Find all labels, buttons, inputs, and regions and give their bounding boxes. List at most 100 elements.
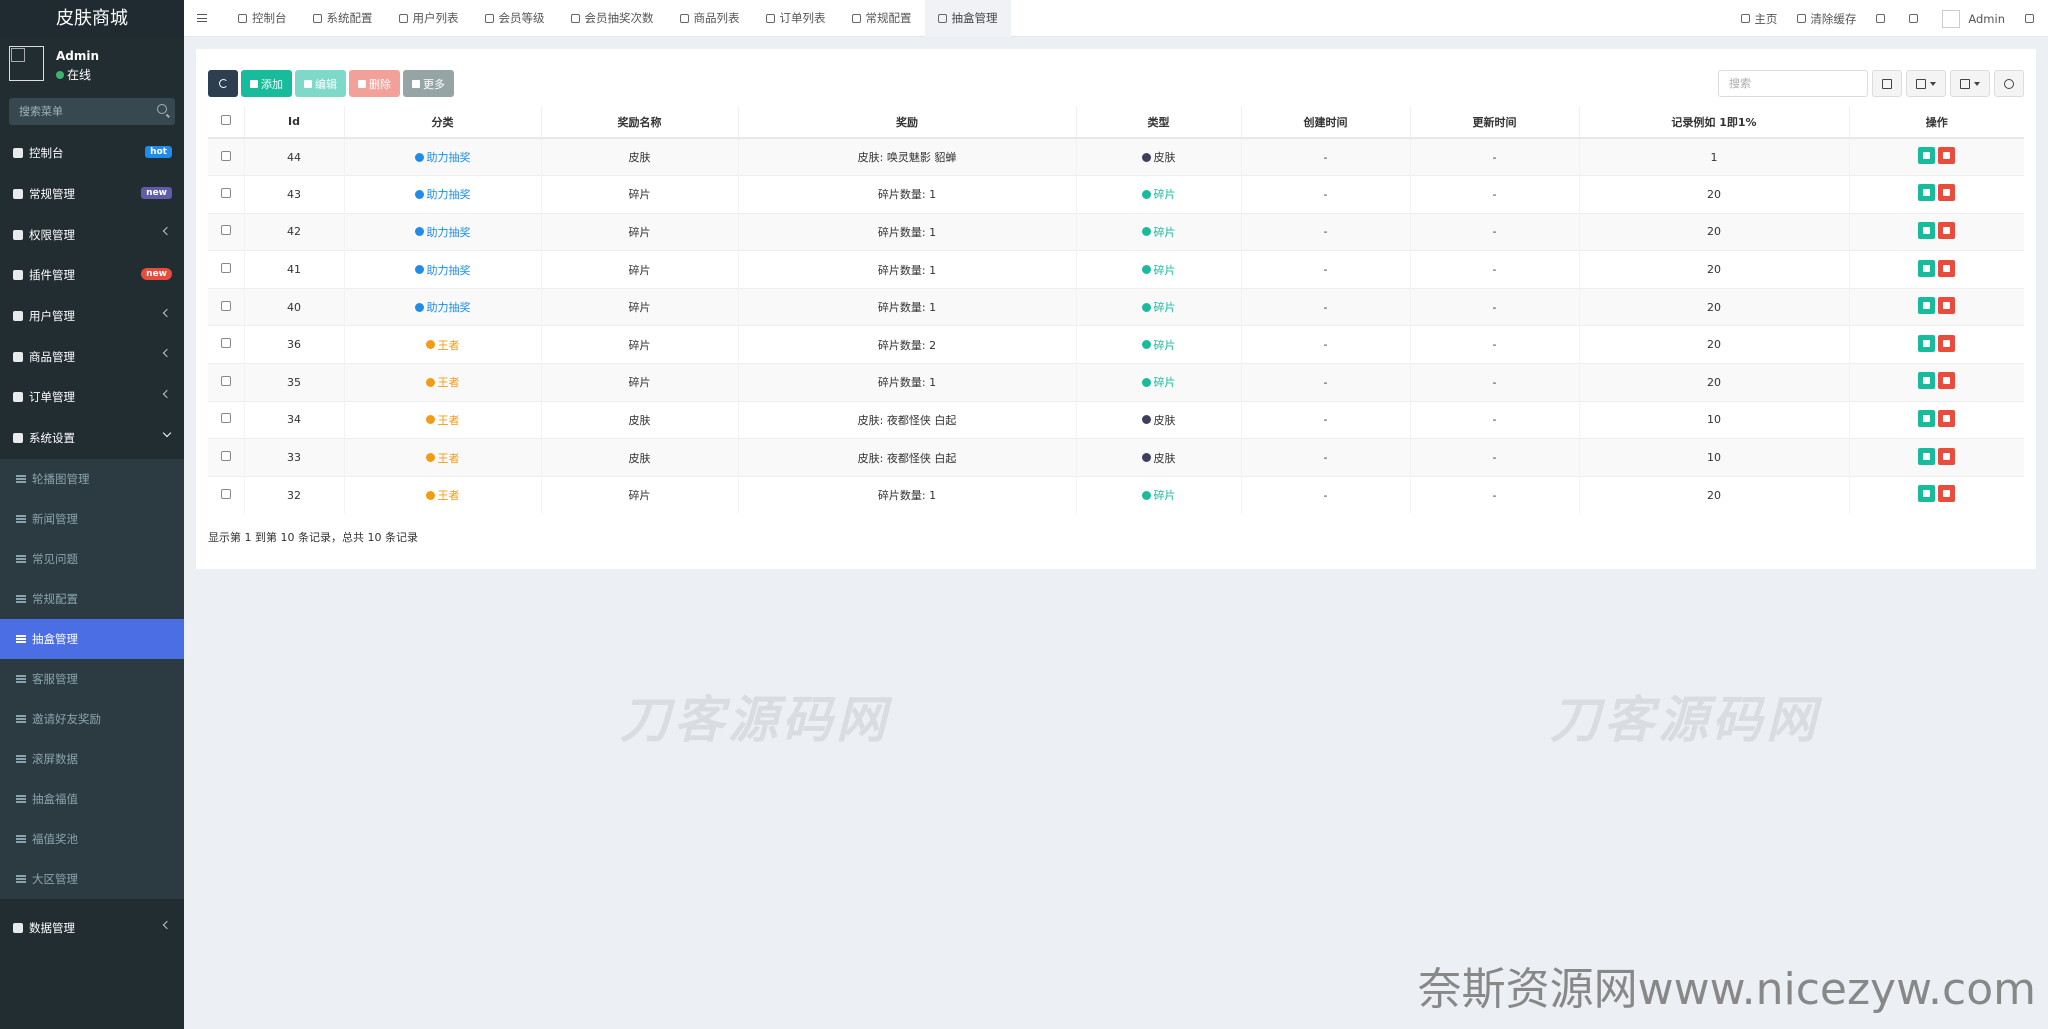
row-checkbox[interactable] — [220, 338, 231, 349]
col-record[interactable]: 记录例如 1即1% — [1578, 106, 1849, 139]
col-type[interactable]: 类型 — [1075, 106, 1241, 139]
category-label[interactable]: 王者 — [425, 487, 460, 503]
category-label[interactable]: 王者 — [425, 337, 460, 353]
submenu-item[interactable]: 福值奖池 — [0, 819, 184, 859]
language-button[interactable] — [1866, 0, 1899, 37]
nav-tab[interactable]: 会员抽奖次数 — [558, 0, 667, 37]
refresh-button[interactable] — [208, 70, 238, 97]
search-icon[interactable] — [157, 104, 167, 114]
row-checkbox[interactable] — [220, 375, 231, 386]
select-all-checkbox[interactable] — [220, 115, 231, 125]
add-button[interactable]: 添加 — [241, 70, 292, 97]
edit-button[interactable]: 编辑 — [295, 70, 346, 97]
cell-category[interactable]: 王者 — [343, 363, 541, 402]
nav-tab[interactable]: 订单列表 — [753, 0, 839, 37]
row-delete-button[interactable] — [1938, 485, 1956, 503]
submenu-item[interactable]: 客服管理 — [0, 659, 184, 699]
row-delete-button[interactable] — [1938, 334, 1956, 352]
toggle-view-button[interactable] — [1872, 70, 1902, 97]
cell-category[interactable]: 助力抽奖 — [343, 250, 541, 289]
row-edit-button[interactable] — [1918, 447, 1936, 465]
table-search-input[interactable] — [1718, 70, 1868, 97]
row-edit-button[interactable] — [1918, 147, 1936, 165]
nav-tab[interactable]: 控制台 — [225, 0, 300, 37]
row-edit-button[interactable] — [1918, 221, 1936, 239]
row-edit-button[interactable] — [1918, 297, 1936, 315]
category-label[interactable]: 助力抽奖 — [414, 224, 471, 240]
category-label[interactable]: 王者 — [425, 450, 460, 466]
cell-category[interactable]: 王者 — [343, 438, 541, 477]
menu-toggle-icon[interactable] — [197, 14, 207, 22]
row-checkbox[interactable] — [220, 225, 231, 236]
row-checkbox[interactable] — [220, 488, 231, 499]
row-checkbox[interactable] — [220, 413, 231, 424]
row-checkbox[interactable] — [220, 187, 231, 198]
col-created[interactable]: 创建时间 — [1240, 106, 1410, 139]
nav-tab[interactable]: 商品列表 — [667, 0, 753, 37]
advanced-search-button[interactable] — [1994, 70, 2024, 97]
cell-category[interactable]: 王者 — [343, 475, 541, 514]
submenu-item[interactable]: 滚屏数据 — [0, 739, 184, 779]
sidebar-item-goods[interactable]: 商品管理 — [0, 336, 184, 377]
row-delete-button[interactable] — [1938, 184, 1956, 202]
category-label[interactable]: 助力抽奖 — [414, 299, 471, 315]
nav-tab[interactable]: 系统配置 — [300, 0, 386, 37]
row-delete-button[interactable] — [1938, 147, 1956, 165]
home-link[interactable]: 主页 — [1731, 0, 1787, 37]
submenu-item[interactable]: 大区管理 — [0, 859, 184, 899]
row-edit-button[interactable] — [1918, 372, 1936, 390]
sidebar-item-user[interactable]: 用户管理 — [0, 296, 184, 337]
row-delete-button[interactable] — [1938, 297, 1956, 315]
row-checkbox[interactable] — [220, 150, 231, 161]
category-label[interactable]: 王者 — [425, 374, 460, 390]
submenu-item[interactable]: 常规配置 — [0, 579, 184, 619]
clear-cache-button[interactable]: 清除缓存 — [1787, 0, 1866, 37]
nav-tab[interactable]: 抽盒管理 — [924, 0, 1011, 37]
col-category[interactable]: 分类 — [343, 106, 541, 139]
fullscreen-button[interactable] — [1899, 0, 1932, 37]
category-label[interactable]: 助力抽奖 — [414, 149, 471, 165]
row-delete-button[interactable] — [1938, 447, 1956, 465]
user-menu[interactable]: Admin — [1932, 0, 2015, 37]
row-delete-button[interactable] — [1938, 221, 1956, 239]
cell-category[interactable]: 助力抽奖 — [343, 212, 541, 251]
submenu-item[interactable]: 轮播图管理 — [0, 459, 184, 499]
category-label[interactable]: 助力抽奖 — [414, 262, 471, 278]
row-delete-button[interactable] — [1938, 259, 1956, 277]
cell-category[interactable]: 助力抽奖 — [343, 175, 541, 214]
sidebar-item-dashboard[interactable]: 控制台 hot — [0, 133, 184, 174]
row-edit-button[interactable] — [1918, 184, 1936, 202]
menu-search-input[interactable] — [9, 98, 175, 125]
sidebar-item-system[interactable]: 系统设置 — [0, 418, 184, 459]
nav-tab[interactable]: 用户列表 — [386, 0, 472, 37]
more-button[interactable]: 更多 — [403, 70, 454, 97]
submenu-item[interactable]: 抽盒管理 — [0, 618, 184, 659]
col-reward-name[interactable]: 奖励名称 — [540, 106, 738, 139]
row-checkbox[interactable] — [220, 451, 231, 462]
row-delete-button[interactable] — [1938, 409, 1956, 427]
nav-tab[interactable]: 会员等级 — [472, 0, 558, 37]
row-checkbox[interactable] — [220, 300, 231, 311]
submenu-item[interactable]: 新闻管理 — [0, 499, 184, 539]
app-logo[interactable]: 皮肤商城 — [0, 0, 184, 38]
settings-button[interactable] — [2015, 0, 2048, 37]
row-checkbox[interactable] — [220, 263, 231, 274]
cell-category[interactable]: 王者 — [343, 325, 541, 364]
cell-category[interactable]: 王者 — [343, 400, 541, 439]
sidebar-item-auth[interactable]: 权限管理 — [0, 214, 184, 255]
row-edit-button[interactable] — [1918, 334, 1936, 352]
col-reward[interactable]: 奖励 — [737, 106, 1076, 139]
col-updated[interactable]: 更新时间 — [1409, 106, 1579, 139]
row-edit-button[interactable] — [1918, 485, 1936, 503]
columns-button[interactable] — [1906, 70, 1946, 97]
submenu-item[interactable]: 常见问题 — [0, 539, 184, 579]
export-button[interactable] — [1950, 70, 1990, 97]
sidebar-item-general[interactable]: 常规管理 new — [0, 174, 184, 215]
row-delete-button[interactable] — [1938, 372, 1956, 390]
submenu-item[interactable]: 抽盒福值 — [0, 779, 184, 819]
sidebar-item-addon[interactable]: 插件管理 new — [0, 255, 184, 296]
col-id[interactable]: Id — [243, 106, 344, 139]
row-edit-button[interactable] — [1918, 259, 1936, 277]
nav-tab[interactable]: 常规配置 — [839, 0, 925, 37]
submenu-item[interactable]: 邀请好友奖励 — [0, 699, 184, 739]
